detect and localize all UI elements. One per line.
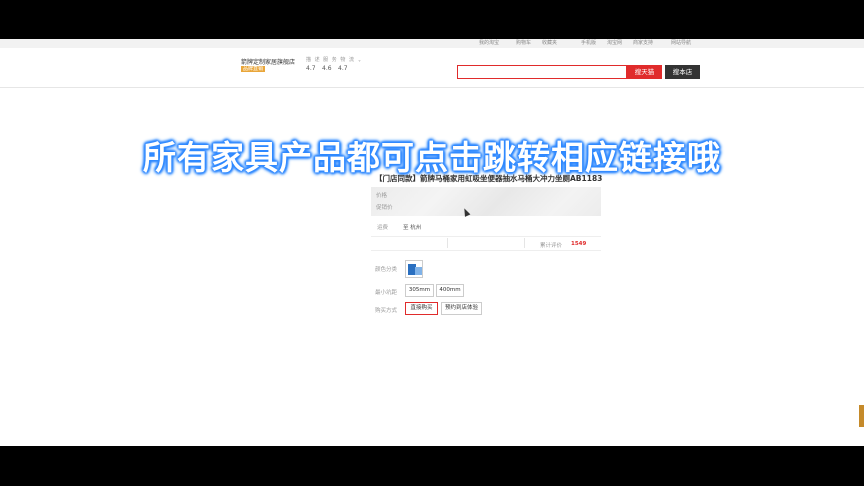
search-tmall-button[interactable]: 搜天猫 — [627, 65, 662, 79]
product-title: 【门店同款】箭牌马桶家用虹吸坐便器抽水马桶大冲力坐厕AB1183 — [375, 174, 603, 183]
color-swatch[interactable] — [405, 260, 423, 278]
divider — [447, 238, 448, 248]
nav-mobile[interactable]: 手机版 — [581, 39, 596, 48]
letterbox-bottom — [0, 446, 864, 486]
rating-labels: 描 述 服 务 物 流 — [306, 57, 355, 63]
price-label: 价格 — [376, 193, 388, 199]
price-panel: 价格 促销价 — [371, 187, 601, 216]
score-logistics: 4.7 — [338, 65, 348, 72]
score-description: 4.7 — [306, 65, 316, 72]
pit-option-305[interactable]: 305mm — [405, 284, 434, 297]
buy-method-label: 购买方式 — [375, 308, 398, 314]
search-shop-button[interactable]: 搜本店 — [665, 65, 700, 79]
pit-option-400[interactable]: 400mm — [436, 284, 464, 297]
letterbox-top — [0, 0, 864, 39]
buy-store-visit-button[interactable]: 预约到店体验 — [441, 302, 482, 315]
scrollbar-thumb[interactable] — [859, 405, 864, 427]
shop-badge: 品牌直销 — [241, 66, 266, 72]
search-input[interactable] — [457, 65, 627, 79]
shipping-destination[interactable]: 至 杭州 — [403, 223, 421, 231]
pit-distance-label: 最小坑距 — [375, 290, 398, 296]
color-label: 颜色分类 — [375, 267, 398, 273]
promo-label: 促销价 — [376, 205, 393, 211]
divider — [371, 250, 601, 251]
top-nav: 我的淘宝 购物车 收藏夹 手机版 淘宝网 商家支持 网站导航 — [0, 39, 864, 48]
score-service: 4.6 — [322, 65, 332, 72]
nav-merchant[interactable]: 商家支持 — [633, 39, 653, 48]
reviews-count[interactable]: 1549 — [571, 241, 586, 247]
divider — [371, 236, 601, 237]
video-caption-overlay: 所有家具产品都可点击跳转相应链接哦 — [143, 138, 721, 177]
shop-name[interactable]: 箭牌定制家居旗舰店 — [241, 57, 295, 66]
reviews-label: 累计评价 — [540, 243, 563, 249]
buy-direct-button[interactable]: 直接购买 — [405, 302, 438, 315]
nav-my-taobao[interactable]: 我的淘宝 — [479, 39, 499, 48]
nav-sitemap[interactable]: 网站导航 — [671, 39, 691, 48]
nav-favorites[interactable]: 收藏夹 — [542, 39, 557, 48]
nav-cart[interactable]: 购物车 — [516, 39, 531, 48]
swatch-image — [415, 267, 422, 275]
nav-taobao[interactable]: 淘宝网 — [607, 39, 622, 48]
shop-header: 箭牌定制家居旗舰店 品牌直销 描 述 服 务 物 流 4.7 4.6 4.7 ˅… — [0, 48, 864, 88]
chevron-down-icon[interactable]: ˅ — [358, 60, 361, 67]
divider — [524, 238, 525, 248]
browser-page: 我的淘宝 购物车 收藏夹 手机版 淘宝网 商家支持 网站导航 箭牌定制家居旗舰店… — [0, 39, 864, 446]
shipping-label: 运费 — [377, 225, 389, 231]
